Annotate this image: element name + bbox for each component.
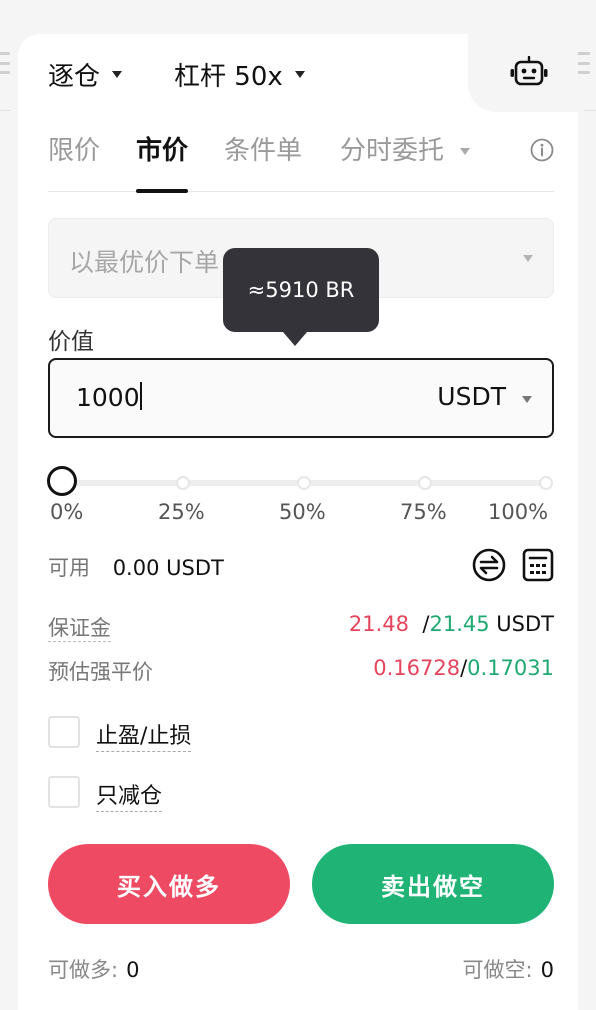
max-short-label: 可做空: — [462, 958, 533, 982]
left-divider — [0, 110, 10, 111]
conversion-tooltip: ≈5910 BR — [223, 248, 379, 346]
checkbox-box[interactable] — [48, 716, 80, 748]
margin-mode-selector[interactable]: 逐仓 — [48, 56, 123, 93]
max-long-value: 0 — [126, 958, 140, 982]
margin-sell-value: 21.45 — [429, 612, 490, 636]
order-type-tabs: 限价 市价 条件单 分时委托 — [48, 130, 554, 193]
order-header: 逐仓 杠杆 50x — [48, 54, 305, 94]
value-amount: 1000 — [76, 383, 140, 412]
leverage-selector[interactable]: 杠杆 50x — [174, 56, 305, 93]
tooltip-text: ≈5910 BR — [247, 278, 355, 302]
right-divider — [584, 110, 596, 111]
swap-icon[interactable] — [472, 548, 506, 582]
robot-icon[interactable] — [510, 56, 548, 88]
margin-values: 21.48 /21.45 USDT — [349, 612, 554, 636]
slider-tick[interactable] — [297, 476, 311, 490]
tp-sl-label[interactable]: 止盈/止损 — [96, 718, 192, 752]
sell-short-label: 卖出做空 — [381, 872, 485, 901]
separator: / — [415, 612, 430, 636]
buy-long-label: 买入做多 — [117, 872, 221, 901]
amount-slider[interactable] — [47, 466, 553, 496]
max-long-label: 可做多: — [48, 958, 119, 982]
tab-market[interactable]: 市价 — [136, 130, 189, 193]
tab-limit[interactable]: 限价 — [48, 130, 100, 192]
tab-conditional[interactable]: 条件单 — [224, 130, 302, 192]
max-long: 可做多: 0 — [48, 954, 139, 984]
caret-down-icon — [523, 255, 533, 262]
value-unit[interactable]: USDT — [437, 382, 506, 411]
checkbox-box[interactable] — [48, 776, 80, 808]
value-input[interactable]: 1000 USDT — [48, 358, 554, 438]
info-icon[interactable] — [530, 138, 554, 162]
max-short: 可做空: 0 — [463, 954, 554, 984]
max-short-value: 0 — [540, 958, 554, 982]
liquidation-price-row: 预估强平价 0.16728/0.17031 — [48, 656, 554, 686]
calculator-icon[interactable] — [522, 548, 554, 582]
margin-row: 保证金 21.48 /21.45 USDT — [48, 612, 554, 642]
available-label: 可用 — [48, 556, 90, 580]
caret-down-icon — [112, 70, 123, 78]
value-label: 价值 — [48, 329, 94, 355]
buy-long-button[interactable]: 买入做多 — [48, 844, 290, 924]
right-drag-handle[interactable] — [576, 52, 590, 74]
caret-down-icon — [460, 148, 471, 155]
liquidation-price-label: 预估强平价 — [48, 660, 153, 684]
slider-label-50[interactable]: 50% — [279, 500, 326, 524]
slider-tick[interactable] — [418, 476, 432, 490]
tab-twap[interactable]: 分时委托 — [340, 130, 471, 192]
sell-short-button[interactable]: 卖出做空 — [312, 844, 554, 924]
slider-tick[interactable] — [539, 476, 553, 490]
tab-label: 条件单 — [224, 136, 303, 166]
tab-label: 限价 — [48, 136, 101, 166]
liquidation-price-values: 0.16728/0.17031 — [373, 656, 554, 680]
caret-down-icon[interactable] — [522, 396, 532, 403]
tab-label: 市价 — [136, 136, 189, 166]
reduce-only-checkbox[interactable]: 只减仓 — [48, 776, 554, 812]
leverage-label: 杠杆 50x — [174, 61, 283, 92]
liquidation-sell-value: 0.17031 — [467, 656, 554, 680]
slider-label-75[interactable]: 75% — [400, 500, 447, 524]
text-cursor — [139, 382, 142, 410]
margin-unit: USDT — [496, 612, 554, 636]
price-type-placeholder: 以最优价下单 — [69, 248, 220, 277]
margin-label[interactable]: 保证金 — [48, 616, 111, 642]
slider-label-0[interactable]: 0% — [50, 500, 83, 524]
left-drag-handle[interactable] — [0, 52, 10, 74]
caret-down-icon — [294, 70, 305, 78]
reduce-only-label[interactable]: 只减仓 — [96, 778, 163, 812]
margin-buy-value: 21.48 — [348, 612, 410, 636]
slider-thumb[interactable] — [47, 466, 77, 496]
available-amount: 0.00 USDT — [112, 556, 224, 580]
margin-mode-label: 逐仓 — [48, 61, 101, 92]
slider-label-100[interactable]: 100% — [488, 500, 548, 524]
tp-sl-checkbox[interactable]: 止盈/止损 — [48, 716, 554, 752]
liquidation-buy-value: 0.16728 — [373, 656, 461, 680]
order-panel: 逐仓 杠杆 50x 限价 市价 条件单 分时委托 以最优价下单 ≈5910 BR… — [18, 34, 578, 1010]
slider-label-25[interactable]: 25% — [158, 500, 205, 524]
slider-tick[interactable] — [176, 476, 190, 490]
available-balance: 可用 0.00 USDT — [48, 552, 224, 582]
tab-label: 分时委托 — [340, 136, 445, 166]
